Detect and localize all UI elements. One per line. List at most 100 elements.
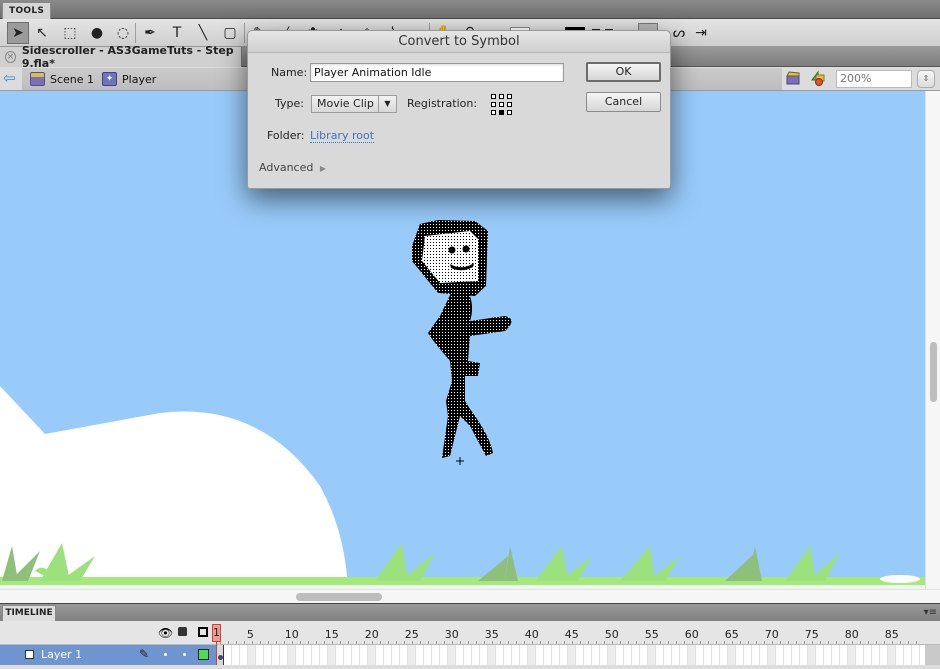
- frame-cell[interactable]: [672, 645, 680, 665]
- frame-cell[interactable]: [640, 645, 648, 665]
- registration-point-bottom-center[interactable]: [499, 110, 504, 115]
- frame-cell[interactable]: [416, 645, 424, 665]
- frame-cell[interactable]: [456, 645, 464, 665]
- symbol-name-input[interactable]: [310, 63, 564, 82]
- frame-cell[interactable]: [792, 645, 800, 665]
- frame-cell[interactable]: [280, 645, 288, 665]
- line-tool-icon[interactable]: ╲: [192, 22, 214, 44]
- frame-cell[interactable]: [872, 645, 880, 665]
- cancel-button[interactable]: Cancel: [586, 92, 661, 112]
- frame-cell[interactable]: [312, 645, 320, 665]
- frame-cell[interactable]: [712, 645, 720, 665]
- registration-point-top-center[interactable]: [499, 94, 504, 99]
- edit-symbols-icon[interactable]: [810, 70, 826, 86]
- straighten-icon[interactable]: ⇥: [690, 22, 712, 44]
- frame-cell[interactable]: [608, 645, 616, 665]
- visibility-dot[interactable]: [164, 653, 167, 656]
- frame-cell[interactable]: [912, 645, 920, 665]
- frame-cell[interactable]: [432, 645, 440, 665]
- frame-cell[interactable]: [264, 645, 272, 665]
- frame-cell[interactable]: [880, 645, 888, 665]
- panel-menu-icon[interactable]: ▾≡: [924, 607, 937, 618]
- frame-cell[interactable]: [480, 645, 488, 665]
- registration-point-bottom-left[interactable]: [491, 110, 496, 115]
- horizontal-scroll-thumb[interactable]: [296, 593, 382, 601]
- frame-cell[interactable]: [768, 645, 776, 665]
- advanced-toggle[interactable]: Advanced ▶: [259, 161, 326, 174]
- frame-cell[interactable]: [392, 645, 400, 665]
- frame-cell[interactable]: [384, 645, 392, 665]
- frame-cell[interactable]: [728, 645, 736, 665]
- frame-cell[interactable]: [616, 645, 624, 665]
- frame-cell[interactable]: [696, 645, 704, 665]
- horizontal-scrollbar[interactable]: [0, 589, 940, 603]
- frame-cell[interactable]: [224, 645, 232, 665]
- zoom-stepper[interactable]: ⇕: [917, 70, 935, 88]
- frame-cell[interactable]: [344, 645, 352, 665]
- frame-cell[interactable]: [288, 645, 296, 665]
- frame-cell[interactable]: [600, 645, 608, 665]
- frame-cell[interactable]: [680, 645, 688, 665]
- registration-point-middle-right[interactable]: [507, 102, 512, 107]
- frame-cell[interactable]: [488, 645, 496, 665]
- frame-cell[interactable]: [544, 645, 552, 665]
- frame-cell[interactable]: [328, 645, 336, 665]
- frame-cell[interactable]: [648, 645, 656, 665]
- folder-link[interactable]: Library root: [310, 129, 375, 143]
- frame-cell[interactable]: [568, 645, 576, 665]
- free-transform-tool-icon[interactable]: ⬚: [59, 22, 81, 44]
- frame-cell[interactable]: [336, 645, 344, 665]
- frame-cell[interactable]: [232, 645, 240, 665]
- frame-cell[interactable]: [808, 645, 816, 665]
- registration-point-top-left[interactable]: [491, 94, 496, 99]
- frame-cell[interactable]: [592, 645, 600, 665]
- registration-point-middle-left[interactable]: [491, 102, 496, 107]
- lasso-tool-icon[interactable]: ◌: [112, 22, 134, 44]
- frame-cell[interactable]: [376, 645, 384, 665]
- frame-cell[interactable]: [440, 645, 448, 665]
- frame-cell[interactable]: [472, 645, 480, 665]
- breadcrumb-scene-1[interactable]: Scene 1: [30, 72, 94, 86]
- frame-cell[interactable]: [656, 645, 664, 665]
- show-hide-all-icon[interactable]: 👁: [158, 626, 173, 640]
- keyframe[interactable]: [217, 645, 224, 665]
- lock-all-icon[interactable]: [178, 627, 187, 636]
- frame-cell[interactable]: [736, 645, 744, 665]
- frame-cell[interactable]: [664, 645, 672, 665]
- vertical-scroll-thumb[interactable]: [930, 342, 937, 402]
- frame-cell[interactable]: [464, 645, 472, 665]
- frame-cell[interactable]: [424, 645, 432, 665]
- layer-row[interactable]: Layer 1 ✎: [0, 645, 216, 665]
- selection-tool-icon[interactable]: ➤: [7, 22, 29, 44]
- vertical-scrollbar[interactable]: [925, 91, 940, 589]
- timeline-tab[interactable]: TIMELINE: [2, 605, 56, 622]
- playhead[interactable]: 1: [212, 624, 221, 642]
- frame-cell[interactable]: [752, 645, 760, 665]
- registration-grid[interactable]: [491, 94, 513, 115]
- frame-cell[interactable]: [824, 645, 832, 665]
- frame-grid[interactable]: [216, 645, 925, 665]
- lock-dot[interactable]: [183, 653, 186, 656]
- frame-cell[interactable]: [360, 645, 368, 665]
- frame-cell[interactable]: [904, 645, 912, 665]
- frame-cell[interactable]: [552, 645, 560, 665]
- frame-cell[interactable]: [304, 645, 312, 665]
- edit-scene-icon[interactable]: [785, 70, 801, 86]
- document-tab[interactable]: × Sidescroller - AS3GameTuts - Step 9.fl…: [0, 44, 242, 70]
- registration-point-middle-center[interactable]: [499, 102, 504, 107]
- symbol-type-select[interactable]: Movie Clip ▼: [311, 95, 397, 113]
- frame-cell[interactable]: [888, 645, 896, 665]
- frame-cell[interactable]: [856, 645, 864, 665]
- frame-cell[interactable]: [352, 645, 360, 665]
- smooth-icon[interactable]: ᔕ: [668, 22, 690, 44]
- frame-cell[interactable]: [784, 645, 792, 665]
- frame-cell[interactable]: [504, 645, 512, 665]
- subselection-tool-icon[interactable]: ↖: [31, 22, 53, 44]
- frame-cell[interactable]: [248, 645, 256, 665]
- breadcrumb-player[interactable]: ✦ Player: [102, 72, 156, 86]
- frame-cell[interactable]: [272, 645, 280, 665]
- frame-cell[interactable]: [400, 645, 408, 665]
- frame-cell[interactable]: [296, 645, 304, 665]
- back-arrow-icon[interactable]: ⇦: [3, 71, 19, 87]
- frame-cell[interactable]: [848, 645, 856, 665]
